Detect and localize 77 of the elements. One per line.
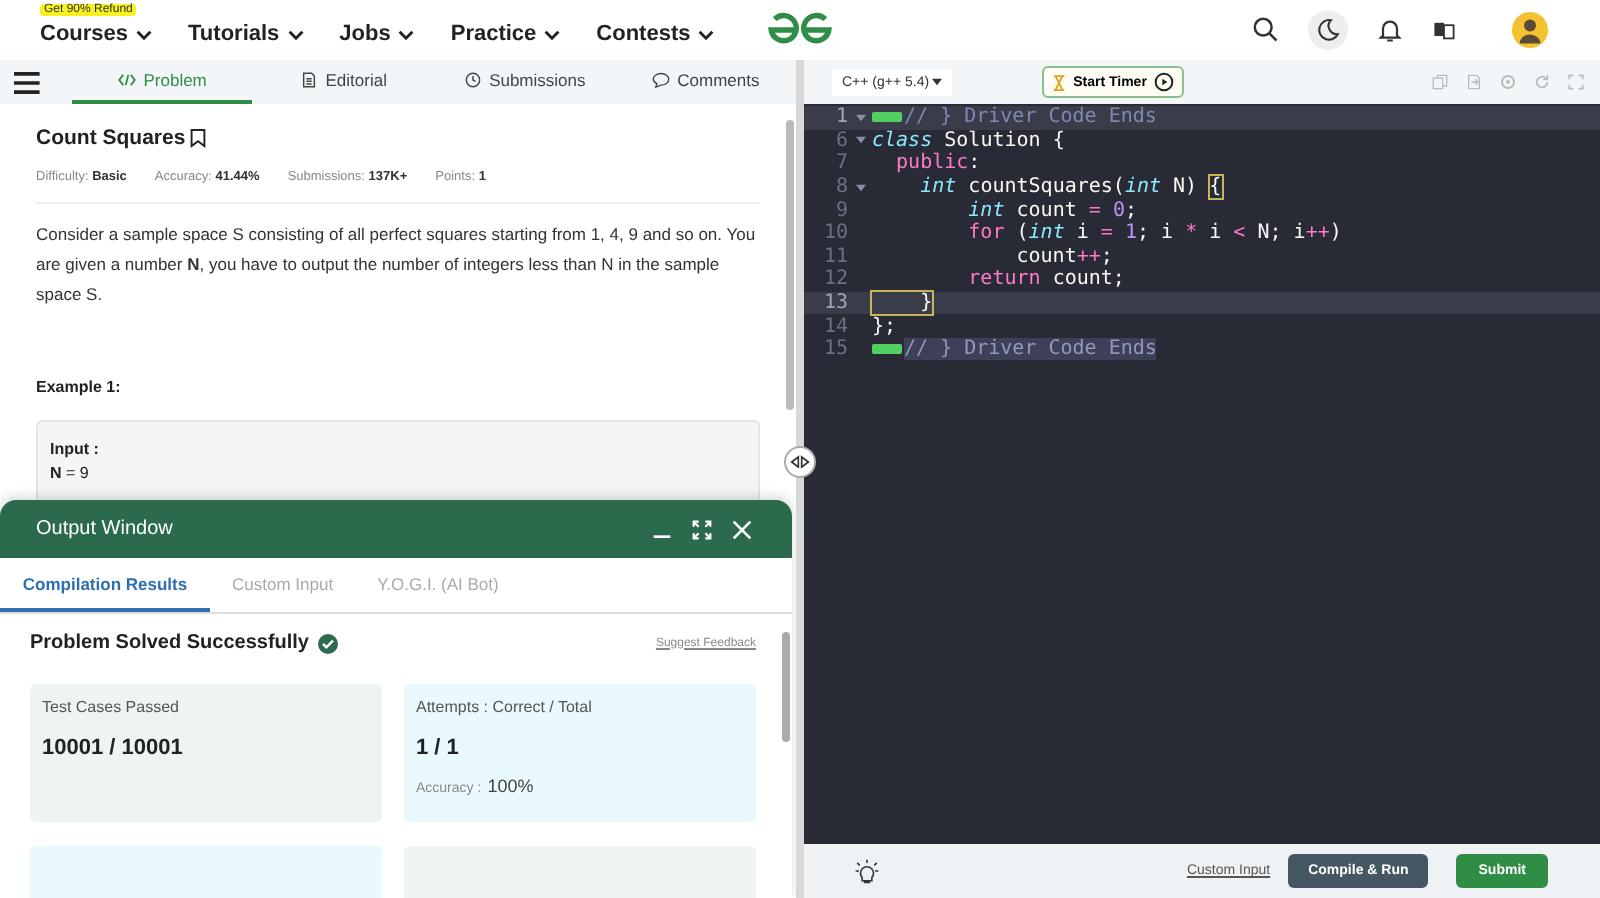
- status-message: Problem Solved Successfully: [30, 632, 309, 654]
- document-icon: [299, 72, 318, 88]
- bookmark-icon[interactable]: [189, 128, 206, 148]
- code-line: // } Driver Code Ends: [904, 106, 1157, 129]
- card-label: Attempts : Correct / Total: [416, 698, 592, 716]
- code-editor[interactable]: 1 // } Driver Code Ends 6 class Solution { 7 public: 8 int countSquares(int N) { 9 int count = 0; 10 for (int i = 1; i * i < N; i++) 11 count++; 12 return count; 13 } 14 }; 15 // } Driver Code Ends: [804, 104, 1600, 844]
- line-number: 12: [821, 268, 848, 291]
- caret-icon: [931, 78, 942, 86]
- folded-code-marker[interactable]: [872, 344, 902, 355]
- fold-icon[interactable]: [855, 183, 865, 192]
- line-number: 8: [833, 176, 848, 199]
- card-label: Test Cases Passed: [42, 698, 179, 716]
- chevron-icon: [698, 29, 715, 39]
- code-line: for (int i = 1; i * i < N; i++): [966, 222, 1342, 245]
- arrows-icon: [790, 454, 810, 470]
- menu-icon[interactable]: [14, 71, 40, 93]
- code-line: return count;: [966, 268, 1125, 291]
- code-line: };: [872, 315, 897, 338]
- play-icon: [1154, 72, 1175, 92]
- code-line: public:: [894, 152, 981, 175]
- chat-icon: [651, 72, 670, 88]
- fold-icon[interactable]: [855, 113, 865, 122]
- problem-tab[interactable]: Editorial: [252, 60, 434, 104]
- hourglass-icon: [1051, 73, 1066, 91]
- line-number: 15: [821, 338, 848, 361]
- example-title: Example 1:: [36, 378, 123, 396]
- nav-menu-item[interactable]: Jobs: [339, 22, 415, 46]
- clock-icon: [463, 72, 482, 88]
- dark-mode-button[interactable]: [1308, 10, 1348, 50]
- resize-handle[interactable]: [784, 446, 816, 478]
- fold-icon[interactable]: [855, 136, 865, 145]
- output-tab[interactable]: Compilation Results: [0, 558, 210, 612]
- nav-menu-item[interactable]: Contests: [596, 22, 715, 46]
- example-line: N = 9: [50, 462, 91, 486]
- card-value: 1 / 1: [416, 736, 459, 760]
- avatar-icon[interactable]: [1512, 12, 1548, 48]
- code-line: count++;: [1014, 245, 1113, 268]
- chevron-icon: [398, 29, 415, 39]
- code-line: }: [872, 292, 933, 315]
- nav-menu-item[interactable]: Courses: [40, 22, 153, 46]
- accuracy-value: 100%: [487, 776, 534, 796]
- chevron-icon: [544, 29, 561, 39]
- lightbulb-icon[interactable]: [854, 858, 880, 884]
- check-circle-icon: [317, 633, 337, 653]
- line-number: 14: [821, 315, 848, 338]
- scrollbar[interactable]: [782, 632, 790, 742]
- line-number: 13: [821, 292, 848, 315]
- bell-icon[interactable]: [1376, 16, 1404, 44]
- line-number: 11: [821, 245, 848, 268]
- problem-title: Count Squares: [36, 126, 186, 150]
- folded-code-marker[interactable]: [872, 112, 902, 123]
- expand-icon[interactable]: [692, 519, 712, 539]
- card-value: 10001 / 10001: [42, 736, 183, 760]
- code-icon: [117, 72, 136, 88]
- logo-icon[interactable]: [764, 12, 836, 48]
- problem-tab[interactable]: Comments: [614, 60, 796, 104]
- line-number: 1: [833, 106, 848, 129]
- example-line: Input :: [50, 438, 101, 462]
- line-number: 10: [821, 222, 848, 245]
- moon-icon: [1314, 16, 1342, 44]
- problem-tab[interactable]: Problem: [71, 60, 253, 104]
- code-line: int countSquares(int N) {: [918, 176, 1222, 199]
- chevron-icon: [287, 29, 304, 39]
- line-number: 9: [833, 199, 848, 222]
- problem-tab[interactable]: Submissions: [433, 60, 615, 104]
- line-number: 6: [833, 129, 848, 152]
- close-icon[interactable]: [732, 519, 752, 539]
- code-line: int count = 0;: [966, 199, 1137, 222]
- nav-menu-item[interactable]: Practice: [450, 22, 561, 46]
- nav-menu-item[interactable]: Tutorials: [188, 22, 304, 46]
- chevron-icon: [136, 29, 153, 39]
- scrollbar[interactable]: [786, 120, 794, 410]
- problem-description: Consider a sample space S consisting of all perfect squares starting from 1, 4, 9 and so on. You are given a number N, you have to output the number of integers less than N in the sample space S.: [36, 222, 758, 308]
- window-title: Output Window: [36, 518, 173, 540]
- search-icon[interactable]: [1252, 16, 1280, 44]
- code-line: class Solution {: [872, 129, 1065, 152]
- line-number: 7: [833, 152, 848, 175]
